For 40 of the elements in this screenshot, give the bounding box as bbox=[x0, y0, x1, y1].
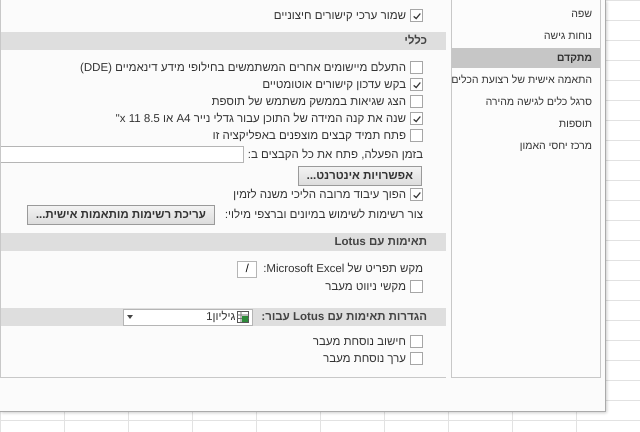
field-label: צור רשימות לשימוש במיונים וברצפי מילוי: bbox=[224, 209, 423, 221]
edit-lists-button[interactable]: עריכת רשימות מותאמות אישית... bbox=[26, 205, 215, 225]
checkbox[interactable] bbox=[410, 95, 423, 108]
option-label: הפוך עיבוד מרובה הליכי משנה לזמין bbox=[233, 188, 406, 200]
sheet-dropdown[interactable]: גיליון1 bbox=[123, 308, 254, 326]
checkbox[interactable] bbox=[410, 112, 423, 125]
option-label: מקשי ניווט מעבר bbox=[325, 280, 406, 292]
checkbox[interactable] bbox=[410, 129, 423, 142]
option-label: הצג שגיאות בממשק משתמש של תוספת bbox=[212, 96, 406, 108]
option-label: שמור ערכי קישורים חיצוניים bbox=[274, 10, 406, 22]
sheet-icon bbox=[237, 311, 250, 323]
section-title: כללי bbox=[404, 35, 427, 47]
sidebar-item[interactable]: מתקדם bbox=[452, 48, 600, 68]
option-label: פתח תמיד קבצים מוצפנים באפליקציה זו bbox=[212, 130, 406, 142]
option-label: שנה את קנה המידה של התוכן עבור גדלי נייר A4 או 8.5 x 11" bbox=[116, 112, 406, 124]
field-label: בזמן הפעלה, פתח את כל הקבצים ב: bbox=[248, 148, 423, 160]
sidebar-item[interactable]: תוספות bbox=[452, 114, 600, 134]
checkbox[interactable] bbox=[410, 78, 423, 91]
sidebar-item[interactable]: מרכז יחסי האמון bbox=[452, 136, 600, 156]
option-label: בקש עדכון קישורים אוטומטיים bbox=[262, 78, 406, 90]
checkbox[interactable] bbox=[410, 9, 423, 22]
section-title: תאימות עם Lotus bbox=[334, 236, 427, 248]
option-label: חישוב נוסחת מעבר bbox=[312, 336, 406, 348]
sidebar-item[interactable]: סרגל כלים לגישה מהירה bbox=[452, 92, 600, 112]
field-label: מקש תפריט של Microsoft Excel: bbox=[263, 263, 423, 275]
input-field[interactable] bbox=[1, 146, 244, 163]
sidebar-item[interactable]: שפה bbox=[452, 4, 600, 24]
checkbox[interactable] bbox=[410, 188, 423, 201]
option-label: ערך נוסחת מעבר bbox=[323, 352, 406, 364]
checkbox[interactable] bbox=[410, 352, 423, 365]
input-field[interactable]: / bbox=[237, 260, 258, 278]
checkbox[interactable] bbox=[410, 61, 423, 74]
sidebar-item[interactable]: נוחות גישה bbox=[452, 26, 600, 46]
option-label: התעלם מיישומים אחרים המשתמשים בחילופי מידע דינאמיים (DDE) bbox=[80, 62, 406, 74]
caret-icon bbox=[127, 315, 134, 319]
checkbox[interactable] bbox=[410, 335, 423, 348]
internet-options-button[interactable]: אפשרויות אינטרנט... bbox=[298, 166, 422, 186]
section-title: הגדרות תאימות עם Lotus עבור: bbox=[261, 311, 427, 323]
sidebar-item[interactable]: התאמה אישית של רצועת הכלים bbox=[452, 70, 600, 90]
checkbox[interactable] bbox=[410, 280, 423, 293]
